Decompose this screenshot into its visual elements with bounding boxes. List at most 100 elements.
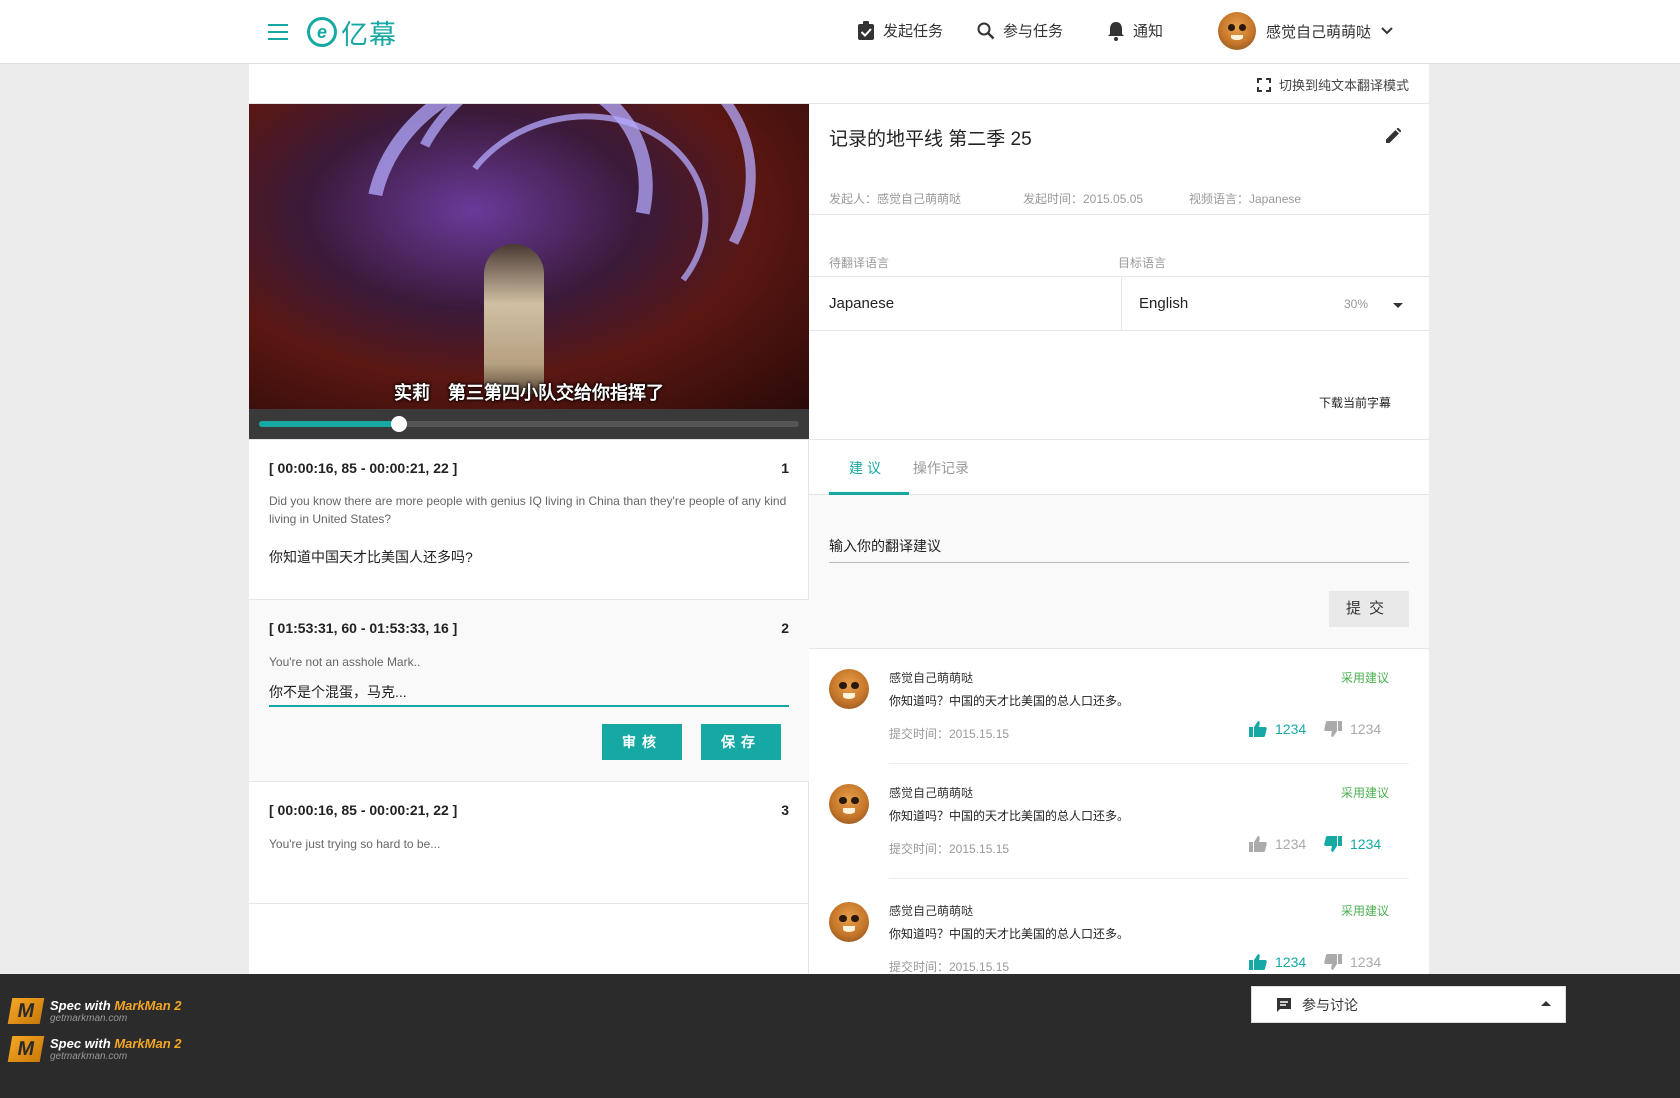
subtitle-item-active[interactable]: [ 01:53:31, 60 - 01:53:33, 16 ] 2 You're… <box>249 600 809 782</box>
like-count: 1234 <box>1275 954 1307 970</box>
task-title: 记录的地平线 第二季 25 <box>829 129 1032 150</box>
suggestion-user: 感觉自己萌萌哒 <box>889 904 974 918</box>
suggestion-input[interactable] <box>829 529 1409 563</box>
info-divider <box>809 214 1429 215</box>
suggestion-time: 提交时间：2015.15.15 <box>889 727 1010 741</box>
dislike-count: 1234 <box>1350 836 1382 852</box>
adopt-suggestion-link[interactable]: 采用建议 <box>1341 669 1389 686</box>
nav-publish-task[interactable]: 发起任务 <box>857 20 943 41</box>
suggestion-user: 感觉自己萌萌哒 <box>889 671 974 685</box>
nav-join-label: 参与任务 <box>1003 23 1064 40</box>
search-icon <box>977 22 995 39</box>
avatar <box>1218 12 1256 50</box>
like-button[interactable]: 1234 <box>1249 954 1306 970</box>
suggestion-text: 你知道吗？中国的天才比美国的总人口还多。 <box>889 809 1130 823</box>
tab-bar: 建议 操作记录 <box>809 440 1429 495</box>
avatar <box>829 669 869 709</box>
suggestion-text: 你知道吗？中国的天才比美国的总人口还多。 <box>889 694 1130 708</box>
suggestion-time: 提交时间：2015.15.15 <box>889 842 1010 856</box>
thumb-up-icon <box>1249 836 1267 852</box>
menu-icon[interactable] <box>268 24 288 40</box>
badge-brand: MarkMan 2 <box>114 1036 182 1051</box>
tab-history[interactable]: 操作记录 <box>913 458 969 478</box>
top-bar: e 亿幕 发起任务 参与任务 通知 感觉自己萌萌哒 <box>0 0 1680 64</box>
subtitle-number: 3 <box>781 802 789 818</box>
language-row: Japanese English 30% <box>809 276 1429 331</box>
markman-logo-icon: M <box>7 998 45 1024</box>
switch-text-mode-label: 切换到纯文本翻译模式 <box>1278 78 1409 93</box>
progress-track[interactable] <box>259 416 799 432</box>
review-button[interactable]: 审核 <box>602 724 682 760</box>
assignment-check-icon <box>858 20 874 40</box>
logo[interactable]: e 亿幕 <box>307 14 397 50</box>
suggestion-item: 感觉自己萌萌哒 你知道吗？中国的天才比美国的总人口还多。 提交时间：2015.1… <box>829 764 1409 879</box>
like-button[interactable]: 1234 <box>1249 836 1306 852</box>
dislike-count: 1234 <box>1350 954 1382 970</box>
subtitle-item[interactable]: [ 00:00:16, 85 - 00:00:21, 22 ] 1 Did yo… <box>249 440 809 600</box>
pencil-icon[interactable] <box>1385 128 1401 144</box>
caret-up-icon <box>1541 1001 1551 1006</box>
adopt-suggestion-link[interactable]: 采用建议 <box>1341 902 1389 919</box>
markman-logo-icon: M <box>7 1036 45 1062</box>
video-progress-bar[interactable] <box>249 409 809 439</box>
join-discussion-button[interactable]: 参与讨论 <box>1251 986 1566 1023</box>
target-language-label: 目标语言 <box>1118 256 1167 270</box>
suggestion-item: 感觉自己萌萌哒 你知道吗？中国的天才比美国的总人口还多。 提交时间：2015.1… <box>829 649 1409 764</box>
avatar <box>829 784 869 824</box>
source-language-value: Japanese <box>829 295 895 312</box>
progress-handle[interactable] <box>391 416 408 432</box>
suggestion-pane: 建议 操作记录 提交 感觉自己萌萌哒 你知道吗？中国的天才比美国的总人口还多。 … <box>809 439 1429 1016</box>
subtitle-time: [ 00:00:16, 85 - 00:00:21, 22 ] <box>269 460 458 476</box>
like-count: 1234 <box>1275 836 1307 852</box>
caret-down-icon[interactable] <box>1393 303 1403 308</box>
subtitle-translation-input[interactable]: 你不是个混蛋，马克... <box>269 682 407 702</box>
badge-prefix: Spec with <box>50 998 111 1013</box>
subtitle-list: [ 00:00:16, 85 - 00:00:21, 22 ] 1 Did yo… <box>249 439 809 1016</box>
target-language-select[interactable]: English <box>1139 295 1188 312</box>
like-button[interactable]: 1234 <box>1249 721 1306 737</box>
suggestion-user: 感觉自己萌萌哒 <box>889 786 974 800</box>
video-frame <box>249 104 809 409</box>
source-language-label: 待翻译语言 <box>829 256 890 270</box>
comment-icon <box>1277 997 1291 1012</box>
bell-icon <box>1108 21 1124 41</box>
chevron-down-icon <box>1381 27 1393 35</box>
user-menu[interactable]: 感觉自己萌萌哒 <box>1218 12 1401 50</box>
video-subtitle: 实莉 第三第四小队交给你指挥了 <box>394 383 664 403</box>
markman-badge[interactable]: M Spec with MarkMan 2 getmarkman.com <box>7 998 182 1024</box>
subtitle-source: You're not an asshole Mark.. <box>269 655 421 669</box>
mode-strip: 切换到纯文本翻译模式 <box>249 64 1429 104</box>
nav-join-task[interactable]: 参与任务 <box>977 20 1063 41</box>
subtitle-translation: 你知道中国天才比美国人还多吗? <box>269 549 473 565</box>
subtitle-item[interactable]: [ 00:00:16, 85 - 00:00:21, 22 ] 3 You're… <box>249 782 809 904</box>
username: 感觉自己萌萌哒 <box>1266 23 1372 41</box>
logo-icon: e <box>307 17 337 47</box>
tab-suggest[interactable]: 建议 <box>849 458 885 478</box>
suggestion-text: 你知道吗？中国的天才比美国的总人口还多。 <box>889 927 1130 941</box>
thumb-down-icon <box>1324 954 1342 970</box>
like-count: 1234 <box>1275 721 1307 737</box>
dislike-button[interactable]: 1234 <box>1324 721 1381 737</box>
markman-badge[interactable]: M Spec with MarkMan 2 getmarkman.com <box>7 1036 182 1062</box>
badge-url: getmarkman.com <box>50 1013 128 1024</box>
video-player[interactable]: 实莉 第三第四小队交给你指挥了 <box>249 104 809 439</box>
adopt-suggestion-link[interactable]: 采用建议 <box>1341 784 1389 801</box>
avatar <box>829 902 869 942</box>
switch-text-mode-button[interactable]: 切换到纯文本翻译模式 <box>1256 75 1409 94</box>
submit-button[interactable]: 提交 <box>1329 591 1409 627</box>
nav-publish-label: 发起任务 <box>883 23 944 40</box>
target-language-progress: 30% <box>1344 297 1369 311</box>
fullscreen-icon <box>1256 77 1271 92</box>
translation-input-underline <box>269 705 789 707</box>
download-subtitle-link[interactable]: 下载当前字幕 <box>1319 394 1391 411</box>
dislike-button[interactable]: 1234 <box>1324 836 1381 852</box>
nav-notifications[interactable]: 通知 <box>1107 20 1163 41</box>
badge-prefix: Spec with <box>50 1036 111 1051</box>
suggestion-divider <box>889 878 1409 879</box>
subtitle-source: Did you know there are more people with … <box>269 494 787 526</box>
nav-notify-label: 通知 <box>1133 23 1164 40</box>
subtitle-number: 1 <box>781 460 789 476</box>
dislike-button[interactable]: 1234 <box>1324 954 1381 970</box>
save-button[interactable]: 保存 <box>701 724 781 760</box>
task-date: 发起时间：2015.05.05 <box>1023 192 1144 206</box>
